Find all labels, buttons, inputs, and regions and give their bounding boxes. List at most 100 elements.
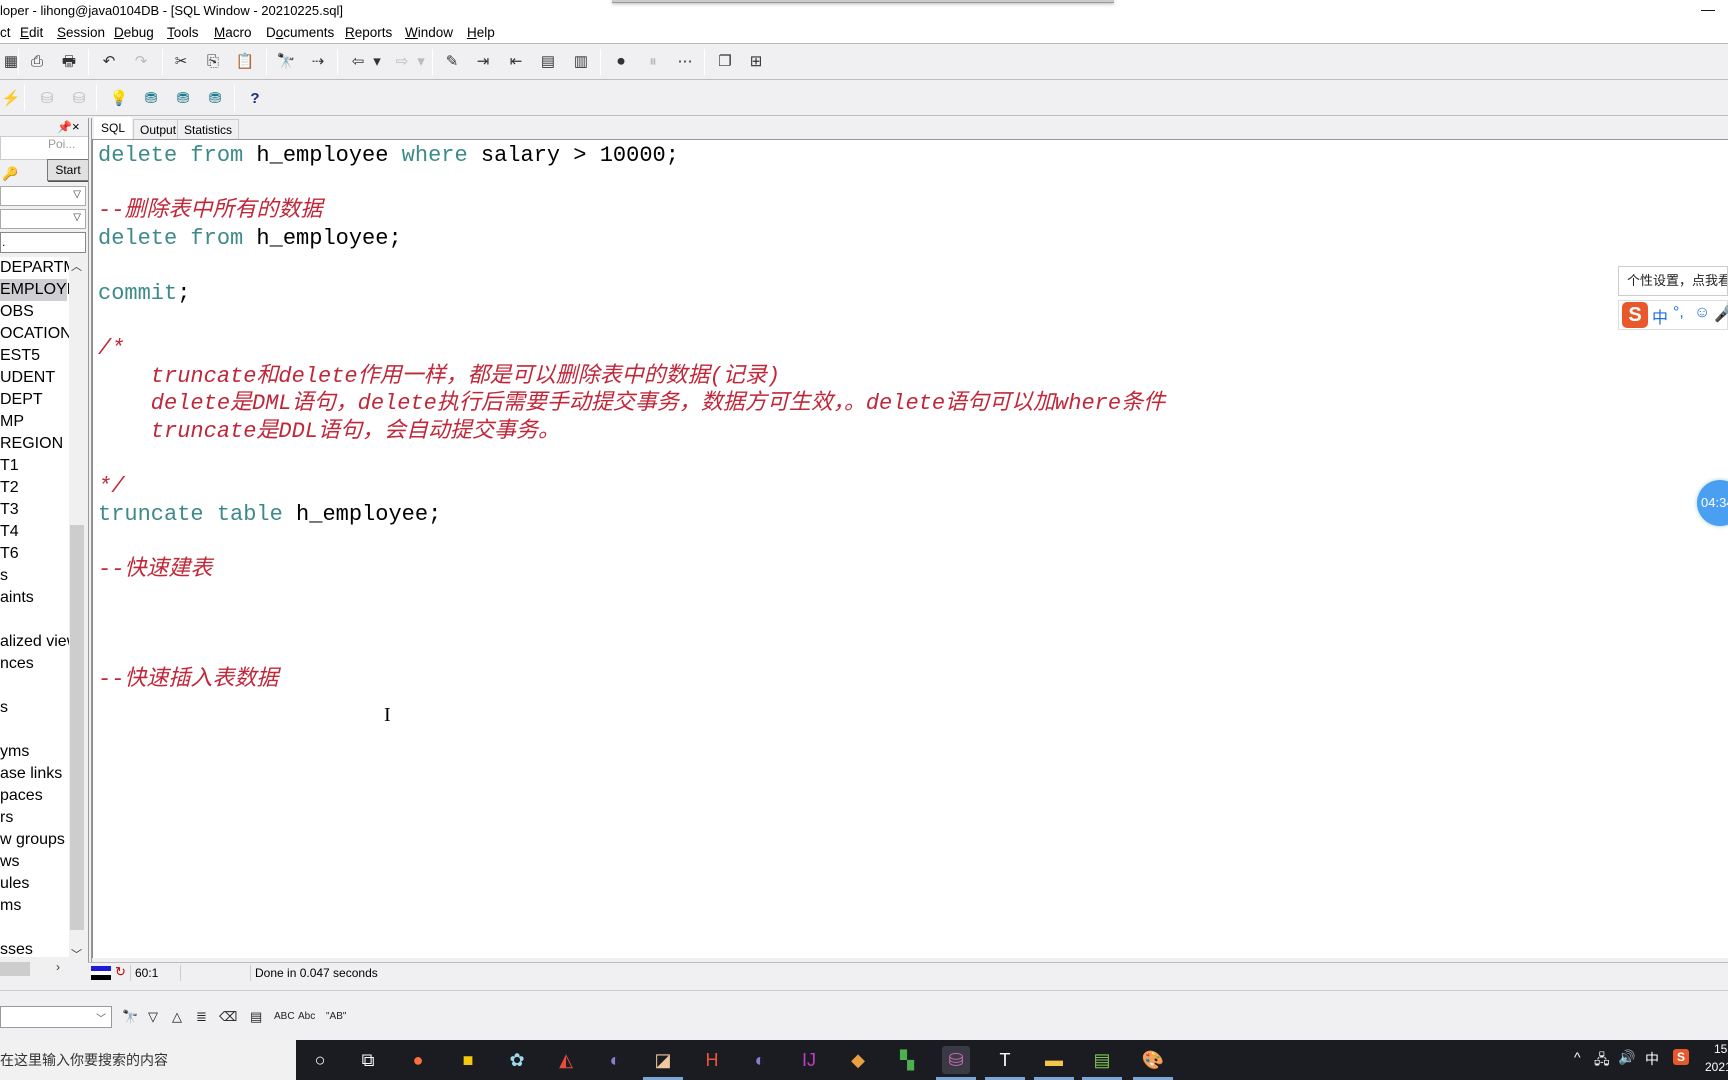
tree-item[interactable]: w groups	[0, 829, 65, 851]
task-view-icon[interactable]: ⧉	[354, 1046, 382, 1074]
sogou-logo-icon[interactable]: S	[1622, 302, 1648, 328]
tree-item[interactable]: s	[0, 697, 8, 719]
bookmark-app-icon[interactable]: ▚	[893, 1046, 921, 1074]
tree-item[interactable]: OCATION	[0, 323, 70, 345]
ime-voice-icon[interactable]: 🎤	[1714, 304, 1728, 324]
tree-item[interactable]: sses	[0, 939, 33, 957]
rollback-icon[interactable]: ⛁	[68, 87, 90, 109]
compile-invalid-icon[interactable]: ⛃	[204, 87, 226, 109]
ime-emoji-icon[interactable]: ☺	[1694, 304, 1710, 322]
paint-icon[interactable]: 🎨	[1139, 1046, 1167, 1074]
find-icon[interactable]: 🔭	[275, 50, 297, 72]
xmind-icon[interactable]: ◭	[552, 1046, 580, 1074]
tree-item[interactable]: alized view	[0, 631, 70, 653]
commit-icon[interactable]: ⛁	[36, 87, 58, 109]
clock-date[interactable]: 2021	[1705, 1060, 1728, 1074]
tree-item[interactable]: T2	[0, 477, 19, 499]
tree-hscroll-thumb[interactable]	[0, 962, 30, 976]
sql-query-icon[interactable]: ⛃	[140, 87, 162, 109]
plsql-developer-icon[interactable]: ⛁	[942, 1046, 970, 1074]
comment-icon[interactable]: ▤	[537, 50, 559, 72]
file-explorer-icon[interactable]: ▬	[1040, 1046, 1068, 1074]
volume-icon[interactable]: 🔊	[1618, 1049, 1635, 1066]
menu-ct[interactable]: ct	[0, 22, 11, 44]
tree-item[interactable]: yms	[0, 741, 29, 763]
eclipse-icon[interactable]: ◐	[601, 1046, 629, 1074]
notepad-icon[interactable]: ▤	[1088, 1046, 1116, 1074]
find-next-icon[interactable]: ⇢	[307, 50, 329, 72]
intellij-icon[interactable]: IJ	[795, 1046, 823, 1074]
tree-item[interactable]: MP	[0, 411, 24, 433]
record-macro-icon[interactable]: ⏺	[610, 50, 632, 72]
sogou-tray-icon[interactable]: S	[1673, 1049, 1689, 1065]
stop-macro-icon[interactable]: ⏸	[642, 50, 664, 72]
tab-sql[interactable]: SQL	[94, 117, 133, 139]
clear-highlight-icon[interactable]: ⌫	[219, 1007, 237, 1027]
close-panel-icon[interactable]: ×	[72, 119, 80, 134]
uncomment-icon[interactable]: ▥	[570, 50, 592, 72]
paint3d-icon[interactable]: ◆	[844, 1046, 872, 1074]
tree-item[interactable]: EMPLOYE	[0, 279, 70, 301]
menu-edit[interactable]: Edit	[20, 22, 43, 44]
sticky-notes-icon[interactable]: ■	[454, 1046, 482, 1074]
print-preview-icon[interactable]: 🖶	[58, 50, 80, 72]
tree-item[interactable]: ms	[0, 895, 21, 917]
tab-statistics[interactable]: Statistics	[177, 119, 240, 139]
print-icon[interactable]: ⎙	[26, 50, 48, 72]
menu-debug[interactable]: Debug	[114, 22, 154, 44]
tree-item[interactable]: rs	[0, 807, 13, 829]
network-icon[interactable]: 🖧	[1594, 1049, 1610, 1073]
tree-item[interactable]: T4	[0, 521, 19, 543]
tree-item[interactable]: ase links	[0, 763, 62, 785]
clock-time[interactable]: 15	[1714, 1042, 1727, 1056]
redo-icon[interactable]: ↷	[130, 50, 152, 72]
menu-reports[interactable]: Reports	[345, 22, 392, 44]
tree-item[interactable]: nces	[0, 653, 34, 675]
undo-icon[interactable]: ↶	[98, 50, 120, 72]
menu-help[interactable]: Help	[467, 22, 495, 44]
scroll-down-icon[interactable]: ﹀	[71, 946, 82, 962]
tree-item[interactable]: ws	[0, 851, 20, 873]
key-icon[interactable]: 🔑	[2, 166, 18, 182]
tree-item[interactable]: ules	[0, 873, 29, 895]
minimize-button[interactable]: —	[1700, 2, 1716, 18]
firefox-icon[interactable]: ●	[404, 1046, 432, 1074]
find-db-objects-icon[interactable]: ⛃	[172, 87, 194, 109]
match-case-icon[interactable]: ABC	[274, 1007, 295, 1027]
sql-editor[interactable]: delete from h_employee where salary > 10…	[92, 139, 1728, 958]
tree-item[interactable]: UDENT	[0, 367, 55, 389]
save-dropdown-icon[interactable]: ▾	[410, 50, 432, 72]
tree-item[interactable]: T1	[0, 455, 19, 477]
copy-icon[interactable]: ⎘	[202, 50, 224, 72]
refresh-icon[interactable]: ↻	[115, 964, 126, 980]
tree-item[interactable]: OBS	[0, 301, 34, 323]
help-icon[interactable]: ?	[244, 87, 266, 109]
scroll-up-icon[interactable]: ︿	[71, 258, 82, 274]
tree-item[interactable]: REGION	[0, 433, 63, 455]
code-assistant-icon[interactable]: ✎	[441, 50, 463, 72]
tree-item[interactable]: DEPARTM	[0, 257, 70, 279]
menu-documents[interactable]: Documents	[266, 22, 334, 44]
unindent-icon[interactable]: ⇤	[505, 50, 527, 72]
tree-item[interactable]: DEPT	[0, 389, 43, 411]
cascade-windows-icon[interactable]: ❐	[714, 50, 736, 72]
tree-item[interactable]: EST5	[0, 345, 40, 367]
menu-window[interactable]: Window	[405, 22, 453, 44]
explain-plan-icon[interactable]: 💡	[108, 87, 130, 109]
whole-word-icon[interactable]: Abc	[298, 1007, 315, 1027]
selection-only-icon[interactable]: ▤	[250, 1007, 262, 1027]
find-input[interactable]: ﹀	[0, 1006, 112, 1028]
pin-icon[interactable]: 📌	[57, 120, 72, 134]
cortana-icon[interactable]: ○	[306, 1046, 334, 1074]
tree-scroll-thumb[interactable]	[70, 525, 84, 930]
filter-input[interactable]: .	[0, 232, 86, 253]
eclipse2-icon[interactable]: ◐	[746, 1046, 774, 1074]
paint-app-icon[interactable]: ◪	[649, 1046, 677, 1074]
tree-item[interactable]: T6	[0, 543, 19, 565]
poi-input[interactable]	[0, 136, 90, 160]
tree-item[interactable]: T3	[0, 499, 19, 521]
ime-language-indicator[interactable]: 中	[1645, 1049, 1659, 1069]
tray-chevron-icon[interactable]: ^	[1574, 1049, 1581, 1065]
start-button[interactable]: Start	[47, 159, 89, 181]
regex-icon[interactable]: "AB"	[326, 1007, 346, 1027]
